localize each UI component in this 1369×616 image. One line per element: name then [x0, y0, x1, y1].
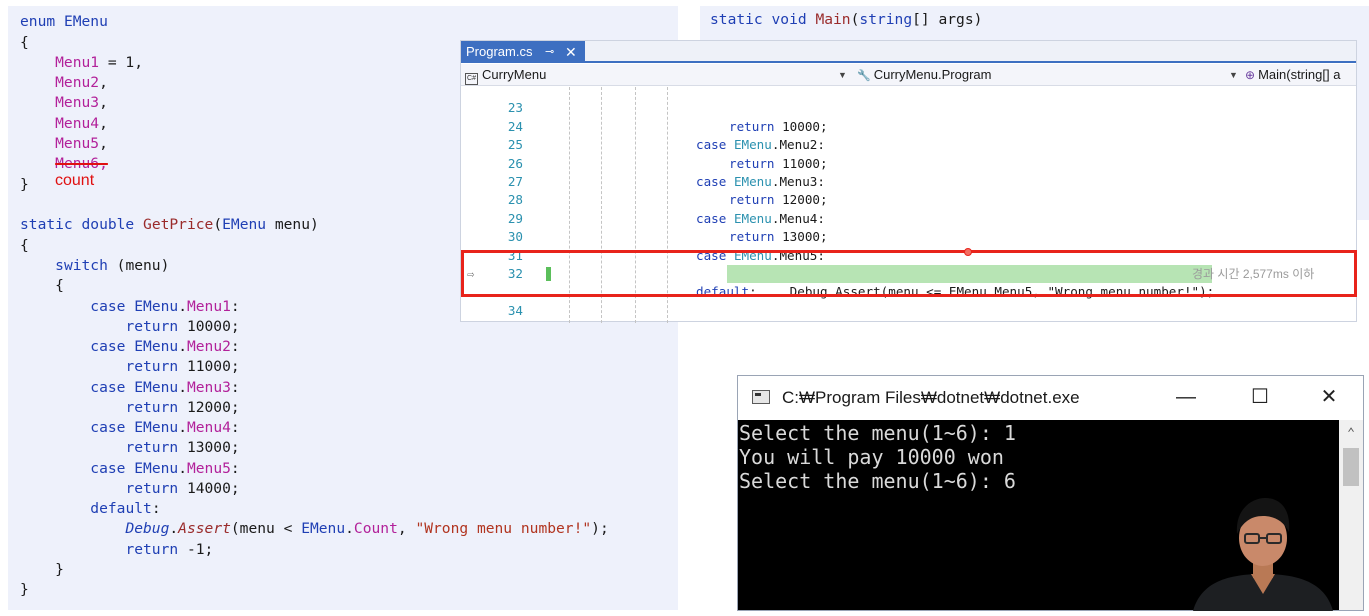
code-line: Menu5,	[20, 135, 108, 152]
code-line: static double GetPrice(EMenu menu)	[20, 216, 319, 233]
chevron-down-icon[interactable]: ▼	[838, 64, 847, 86]
editor-line: 24 case EMenu.Menu2:	[461, 99, 1356, 152]
code-line: Menu2,	[20, 74, 108, 91]
tab-program-cs[interactable]: Program.cs ⊸ ✕	[461, 41, 585, 63]
code-line: case EMenu.Menu4:	[90, 419, 240, 436]
code-line: enum EMenu	[20, 13, 108, 30]
line-number: 35	[491, 320, 523, 323]
pin-icon[interactable]: ⊸	[545, 41, 554, 63]
code-line: Menu1 = 1,	[20, 54, 144, 71]
main-signature: static void Main(string[] args)	[710, 11, 983, 28]
navigation-bar: C# CurryMenu ▼ 🔧 CurryMenu.Program ▼ ⊕ Main…	[461, 64, 1356, 86]
code-line: switch (menu)	[55, 257, 170, 274]
code-line: return 13000;	[125, 439, 240, 456]
code-line: }	[20, 581, 29, 598]
editor-line: 31 return 14000;	[461, 228, 1356, 281]
close-tab-icon[interactable]: ✕	[565, 41, 577, 63]
minimize-button[interactable]: —	[1163, 376, 1209, 420]
presenter-webcam	[1183, 490, 1343, 611]
editor-line: 27 return 12000;	[461, 155, 1356, 207]
code-line: case EMenu.Menu2:	[90, 338, 240, 355]
code-line: case EMenu.Menu5:	[90, 460, 240, 477]
code-line: return 11000;	[125, 358, 240, 375]
code-line: {	[20, 34, 29, 51]
line-code: return -1;	[729, 320, 805, 323]
editor-line: 35 }	[461, 302, 1356, 323]
console-title: C:₩Program Files₩dotnet₩dotnet.exe	[782, 388, 1080, 407]
console-line: You will pay 10000 won	[739, 445, 1004, 469]
class-dropdown-label: CurryMenu.Program	[873, 67, 992, 82]
editor-line: 26 case EMenu.Menu3:	[461, 136, 1356, 189]
class-icon: 🔧	[857, 70, 871, 82]
code-line: }	[20, 176, 29, 193]
enum-name: EMenu	[63, 13, 108, 30]
scroll-up-arrow-icon[interactable]: ⌃	[1339, 426, 1363, 441]
tab-label: Program.cs	[466, 44, 533, 59]
highlight-box	[461, 250, 1357, 297]
editor-line: 25 return 11000;	[461, 118, 1356, 170]
editor-tab-bar: Program.cs ⊸ ✕	[461, 41, 1356, 63]
presenter-image	[1193, 498, 1333, 611]
code-line: default:	[90, 500, 161, 517]
editor-line: 28 case EMenu.Menu4:	[461, 173, 1356, 225]
code-line: return 14000;	[125, 480, 240, 497]
project-dropdown[interactable]: C# CurryMenu	[465, 64, 546, 86]
maximize-button[interactable]: ☐	[1237, 376, 1283, 420]
code-line: return -1;	[125, 541, 214, 558]
method-icon: ⊕	[1245, 68, 1256, 82]
chevron-down-icon[interactable]: ▼	[1229, 64, 1238, 86]
console-title-bar[interactable]: C:₩Program Files₩dotnet₩dotnet.exe — ☐ ✕	[738, 376, 1363, 420]
code-line: Menu4,	[20, 115, 108, 132]
code-line: Menu3,	[20, 94, 108, 111]
code-line: return 12000;	[125, 399, 240, 416]
pointer-dot	[964, 248, 972, 256]
editor-line: 30 case EMenu.Menu5:	[461, 210, 1356, 262]
code-line: return 10000;	[125, 318, 240, 335]
scrollbar-thumb[interactable]	[1343, 448, 1359, 486]
code-line-struck: Menu6,	[55, 155, 108, 172]
handwritten-annotation-count: count	[55, 172, 95, 189]
code-line: }	[20, 561, 64, 578]
code-line: case EMenu.Menu1:	[90, 298, 240, 315]
code-line: {	[20, 237, 29, 254]
code-line: Debug.Assert(menu < EMenu.Count, "Wrong …	[125, 520, 609, 537]
console-app-icon	[752, 390, 770, 404]
console-line: Select the menu(1~6): 1	[739, 421, 1016, 445]
editor-line: 29 return 13000;	[461, 191, 1356, 244]
close-button[interactable]: ✕	[1306, 376, 1352, 420]
editor-line: 23 return 10000;	[461, 87, 1356, 133]
csharp-file-icon: C#	[465, 73, 478, 85]
member-dropdown[interactable]: ⊕ Main(string[] a	[1245, 64, 1340, 86]
code-line: {	[20, 277, 64, 294]
class-dropdown[interactable]: 🔧 CurryMenu.Program	[857, 64, 991, 86]
member-dropdown-label: Main(string[] a	[1258, 67, 1341, 82]
project-dropdown-label: CurryMenu	[482, 67, 547, 82]
code-line: case EMenu.Menu3:	[90, 379, 240, 396]
